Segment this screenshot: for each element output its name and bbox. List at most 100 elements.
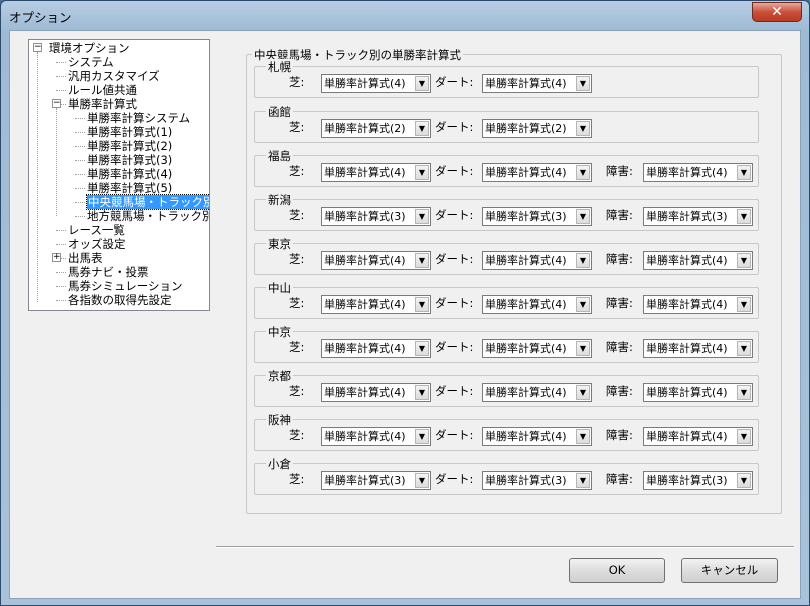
tree-item[interactable]: 馬券シミュレーション	[68, 279, 183, 293]
turf-formula-select[interactable]: 単勝率計算式(3) ▼	[321, 207, 431, 226]
collapse-icon[interactable]: −	[33, 43, 42, 52]
selected-value: 単勝率計算式(4)	[485, 342, 567, 355]
turf-formula-select[interactable]: 単勝率計算式(4) ▼	[321, 163, 431, 182]
dropdown-arrow-icon[interactable]: ▼	[737, 341, 751, 356]
dirt-formula-select[interactable]: 単勝率計算式(2) ▼	[482, 119, 592, 138]
selected-value: 単勝率計算式(4)	[646, 254, 728, 267]
dropdown-arrow-icon[interactable]: ▼	[415, 209, 429, 224]
hurdle-formula-select[interactable]: 単勝率計算式(4) ▼	[643, 163, 753, 182]
dropdown-arrow-icon[interactable]: ▼	[415, 165, 429, 180]
selected-value: 単勝率計算式(4)	[324, 386, 406, 399]
dropdown-arrow-icon[interactable]: ▼	[415, 253, 429, 268]
dropdown-arrow-icon[interactable]: ▼	[737, 297, 751, 312]
collapse-icon[interactable]: −	[52, 99, 61, 108]
tree-item[interactable]: 単勝率計算式(5)	[87, 181, 172, 195]
dropdown-arrow-icon[interactable]: ▼	[737, 253, 751, 268]
hurdle-formula-select[interactable]: 単勝率計算式(4) ▼	[643, 295, 753, 314]
dropdown-arrow-icon[interactable]: ▼	[576, 429, 590, 444]
hurdle-label: 障害:	[606, 252, 633, 266]
tree-item[interactable]: 単勝率計算システム	[87, 111, 190, 125]
dirt-label: ダート:	[435, 296, 474, 310]
tree-item[interactable]: 各指数の取得先設定	[68, 293, 172, 307]
hurdle-formula-select[interactable]: 単勝率計算式(4) ▼	[643, 383, 753, 402]
dropdown-arrow-icon[interactable]: ▼	[415, 473, 429, 488]
tree-item[interactable]: 単勝率計算式(3)	[87, 153, 172, 167]
dirt-label: ダート:	[435, 252, 474, 266]
dirt-formula-select[interactable]: 単勝率計算式(4) ▼	[482, 339, 592, 358]
dropdown-arrow-icon[interactable]: ▼	[415, 429, 429, 444]
dropdown-arrow-icon[interactable]: ▼	[415, 385, 429, 400]
dropdown-arrow-icon[interactable]: ▼	[415, 341, 429, 356]
hurdle-formula-select[interactable]: 単勝率計算式(4) ▼	[643, 251, 753, 270]
tree-item[interactable]: 地方競馬場・トラック別	[87, 209, 209, 223]
selected-value: 単勝率計算式(2)	[485, 122, 567, 135]
turf-formula-select[interactable]: 単勝率計算式(4) ▼	[321, 339, 431, 358]
dropdown-arrow-icon[interactable]: ▼	[415, 121, 429, 136]
dropdown-arrow-icon[interactable]: ▼	[576, 385, 590, 400]
options-tree[interactable]: 環境オプション − システム 汎用カスタマイズ ルール値共通 単勝率計算式 − 単勝率計算シス…	[28, 39, 210, 311]
dirt-label: ダート:	[435, 164, 474, 178]
hurdle-formula-select[interactable]: 単勝率計算式(3) ▼	[643, 471, 753, 490]
cancel-button[interactable]: キャンセル	[681, 558, 778, 583]
dropdown-arrow-icon[interactable]: ▼	[737, 385, 751, 400]
turf-formula-select[interactable]: 単勝率計算式(4) ▼	[321, 295, 431, 314]
dirt-formula-select[interactable]: 単勝率計算式(3) ▼	[482, 471, 592, 490]
hurdle-label: 障害:	[606, 340, 633, 354]
tree-item[interactable]: ルール値共通	[68, 83, 137, 97]
dropdown-arrow-icon[interactable]: ▼	[737, 209, 751, 224]
tree-item[interactable]: 出馬表	[68, 251, 103, 265]
tree-item[interactable]: 単勝率計算式	[68, 97, 137, 111]
ok-button[interactable]: OK	[569, 558, 665, 583]
title-bar[interactable]: オプション ✕	[1, 1, 809, 29]
dropdown-arrow-icon[interactable]: ▼	[576, 209, 590, 224]
dropdown-arrow-icon[interactable]: ▼	[576, 121, 590, 136]
tree-item[interactable]: 中央競馬場・トラック別	[86, 194, 209, 210]
tree-connector	[56, 62, 66, 63]
dirt-formula-select[interactable]: 単勝率計算式(4) ▼	[482, 383, 592, 402]
selected-value: 単勝率計算式(4)	[324, 298, 406, 311]
dropdown-arrow-icon[interactable]: ▼	[576, 341, 590, 356]
dirt-formula-select[interactable]: 単勝率計算式(4) ▼	[482, 427, 592, 446]
dropdown-arrow-icon[interactable]: ▼	[576, 76, 590, 91]
dropdown-arrow-icon[interactable]: ▼	[415, 76, 429, 91]
turf-formula-select[interactable]: 単勝率計算式(3) ▼	[321, 471, 431, 490]
turf-formula-select[interactable]: 単勝率計算式(2) ▼	[321, 119, 431, 138]
dirt-formula-select[interactable]: 単勝率計算式(4) ▼	[482, 163, 592, 182]
tree-item[interactable]: システム	[68, 55, 114, 69]
tree-item[interactable]: レース一覧	[68, 223, 125, 237]
dropdown-arrow-icon[interactable]: ▼	[737, 429, 751, 444]
dirt-formula-select[interactable]: 単勝率計算式(3) ▼	[482, 207, 592, 226]
dropdown-arrow-icon[interactable]: ▼	[576, 165, 590, 180]
hurdle-formula-select[interactable]: 単勝率計算式(4) ▼	[643, 339, 753, 358]
tree-item[interactable]: 単勝率計算式(2)	[87, 139, 172, 153]
tree-item[interactable]: 汎用カスタマイズ	[68, 69, 160, 83]
dirt-formula-select[interactable]: 単勝率計算式(4) ▼	[482, 74, 592, 93]
turf-formula-select[interactable]: 単勝率計算式(4) ▼	[321, 251, 431, 270]
dropdown-arrow-icon[interactable]: ▼	[576, 297, 590, 312]
tree-item[interactable]: 環境オプション	[49, 41, 130, 55]
dropdown-arrow-icon[interactable]: ▼	[415, 297, 429, 312]
dirt-label: ダート:	[435, 428, 474, 442]
turf-formula-select[interactable]: 単勝率計算式(4) ▼	[321, 74, 431, 93]
dropdown-arrow-icon[interactable]: ▼	[737, 473, 751, 488]
tree-item[interactable]: 単勝率計算式(1)	[87, 125, 172, 139]
dirt-label: ダート:	[435, 472, 474, 486]
dirt-label: ダート:	[435, 120, 474, 134]
tree-connector	[56, 244, 66, 245]
close-button[interactable]: ✕	[752, 2, 802, 22]
dropdown-arrow-icon[interactable]: ▼	[576, 473, 590, 488]
hurdle-formula-select[interactable]: 単勝率計算式(4) ▼	[643, 427, 753, 446]
selected-value: 単勝率計算式(4)	[646, 386, 728, 399]
turf-formula-select[interactable]: 単勝率計算式(4) ▼	[321, 427, 431, 446]
dirt-formula-select[interactable]: 単勝率計算式(4) ▼	[482, 251, 592, 270]
turf-label: 芝:	[289, 120, 305, 134]
turf-formula-select[interactable]: 単勝率計算式(4) ▼	[321, 383, 431, 402]
dirt-formula-select[interactable]: 単勝率計算式(4) ▼	[482, 295, 592, 314]
tree-item[interactable]: オッズ設定	[68, 237, 126, 251]
hurdle-formula-select[interactable]: 単勝率計算式(3) ▼	[643, 207, 753, 226]
dropdown-arrow-icon[interactable]: ▼	[576, 253, 590, 268]
expand-icon[interactable]: +	[52, 253, 61, 262]
tree-item[interactable]: 馬券ナビ・投票	[68, 265, 149, 279]
dropdown-arrow-icon[interactable]: ▼	[737, 165, 751, 180]
tree-item[interactable]: 単勝率計算式(4)	[87, 167, 172, 181]
